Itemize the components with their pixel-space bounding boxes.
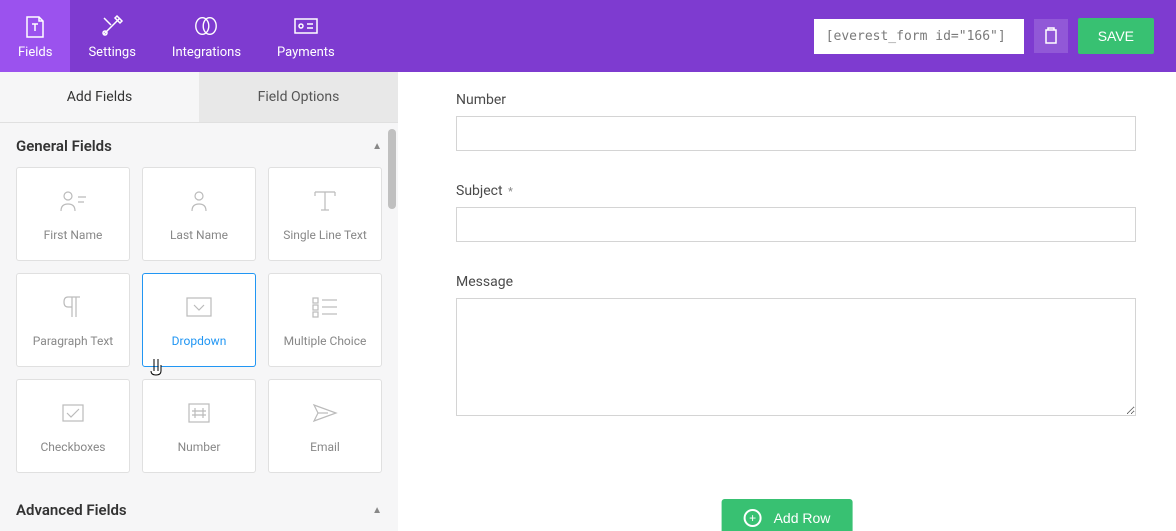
sidebar-tabs: Add Fields Field Options (0, 72, 398, 123)
person-icon (58, 186, 88, 216)
nav-label: Payments (277, 45, 335, 60)
text-icon (310, 186, 340, 216)
nav-label: Fields (18, 45, 52, 60)
tab-add-fields[interactable]: Add Fields (0, 72, 199, 122)
list-icon (310, 292, 340, 322)
input-subject[interactable] (456, 207, 1136, 242)
add-row-button[interactable]: + Add Row (722, 499, 853, 531)
dropdown-icon (184, 292, 214, 322)
plus-icon: + (744, 509, 762, 527)
form-preview: Number Subject * Message + Add Row (398, 72, 1176, 531)
sidebar: Add Fields Field Options General Fields … (0, 72, 398, 531)
form-row-number: Number (456, 92, 1136, 151)
send-icon (310, 398, 340, 428)
payments-icon (293, 13, 319, 39)
field-multiple-choice[interactable]: Multiple Choice (268, 273, 382, 367)
field-checkboxes[interactable]: Checkboxes (16, 379, 130, 473)
section-advanced-fields[interactable]: Advanced Fields ▲ (0, 487, 398, 531)
tab-field-options[interactable]: Field Options (199, 72, 398, 122)
main: Add Fields Field Options General Fields … (0, 72, 1176, 531)
general-fields-grid: First Name Last Name (0, 167, 398, 487)
field-label: Email (310, 440, 340, 454)
caret-up-icon: ▲ (372, 141, 382, 152)
label-number: Number (456, 92, 1136, 108)
textarea-message[interactable] (456, 298, 1136, 416)
field-last-name[interactable]: Last Name (142, 167, 256, 261)
field-single-line-text[interactable]: Single Line Text (268, 167, 382, 261)
integrations-icon (193, 13, 219, 39)
field-label: Checkboxes (41, 440, 106, 454)
caret-up-icon: ▲ (372, 505, 382, 516)
topbar-actions: SAVE (814, 18, 1176, 54)
fields-icon (22, 13, 48, 39)
nav-label: Integrations (172, 45, 241, 60)
clipboard-icon (1043, 27, 1059, 45)
nav-label: Settings (88, 45, 135, 60)
field-first-name[interactable]: First Name (16, 167, 130, 261)
field-label: Paragraph Text (33, 334, 113, 348)
field-label: Multiple Choice (284, 334, 367, 348)
section-title: Advanced Fields (16, 501, 127, 519)
shortcode-input[interactable] (814, 19, 1024, 54)
section-title: General Fields (16, 137, 112, 155)
field-email[interactable]: Email (268, 379, 382, 473)
nav-integrations[interactable]: Integrations (154, 0, 259, 72)
label-subject: Subject * (456, 183, 1136, 199)
scrollbar-thumb[interactable] (388, 129, 396, 209)
settings-icon (99, 13, 125, 39)
form-row-subject: Subject * (456, 183, 1136, 242)
form-row-message: Message (456, 274, 1136, 420)
person-icon (184, 186, 214, 216)
topbar-nav: Fields Settings Integrations (0, 0, 353, 72)
nav-payments[interactable]: Payments (259, 0, 353, 72)
field-label: First Name (44, 228, 103, 242)
label-message: Message (456, 274, 1136, 290)
scrollbar[interactable] (386, 124, 398, 234)
nav-settings[interactable]: Settings (70, 0, 153, 72)
field-label: Single Line Text (283, 228, 367, 242)
save-button[interactable]: SAVE (1078, 18, 1154, 54)
paragraph-icon (58, 292, 88, 322)
field-number[interactable]: Number (142, 379, 256, 473)
field-paragraph-text[interactable]: Paragraph Text (16, 273, 130, 367)
input-number[interactable] (456, 116, 1136, 151)
topbar: Fields Settings Integrations (0, 0, 1176, 72)
checkbox-icon (58, 398, 88, 428)
required-indicator: * (508, 185, 513, 198)
field-label: Last Name (170, 228, 228, 242)
section-general-fields[interactable]: General Fields ▲ (0, 123, 398, 167)
field-dropdown[interactable]: Dropdown (142, 273, 256, 367)
field-label: Dropdown (172, 334, 227, 348)
nav-fields[interactable]: Fields (0, 0, 70, 72)
copy-button[interactable] (1034, 19, 1068, 53)
hash-icon (184, 398, 214, 428)
add-row-label: Add Row (774, 510, 831, 526)
field-label: Number (178, 440, 221, 454)
